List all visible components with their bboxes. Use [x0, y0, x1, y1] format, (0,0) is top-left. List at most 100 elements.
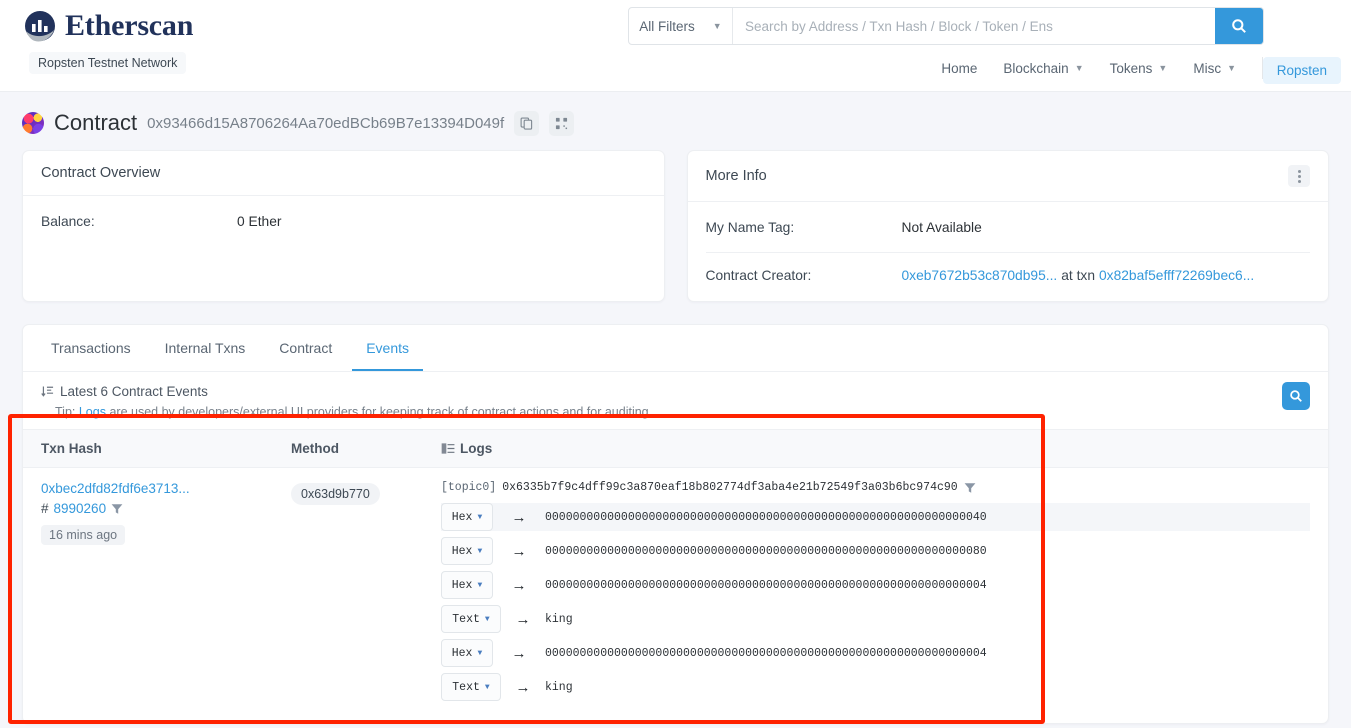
log-format-select[interactable]: Text ▼ — [441, 673, 501, 701]
filter-icon[interactable] — [111, 503, 123, 515]
column-header-logs: Logs — [441, 441, 1328, 456]
log-format-select[interactable]: Text ▼ — [441, 605, 501, 633]
log-data-value: 0000000000000000000000000000000000000000… — [545, 544, 987, 558]
site-header: Etherscan Ropsten Testnet Network All Fi… — [0, 0, 1351, 92]
topic-label: [topic0] — [441, 481, 497, 494]
column-header-method: Method — [291, 441, 339, 456]
chevron-down-icon: ▼ — [477, 580, 483, 590]
block-number-link[interactable]: 8990260 — [54, 501, 107, 516]
search-bar: All Filters ▼ — [628, 7, 1264, 45]
more-info-card: More Info My Name Tag: Not Available Con… — [686, 150, 1329, 302]
log-data-row: Hex ▼ → 00000000000000000000000000000000… — [441, 639, 1310, 667]
contract-overview-title: Contract Overview — [23, 151, 664, 196]
log-data-row: Hex ▼ → 00000000000000000000000000000000… — [441, 537, 1310, 565]
cell-method: 0x63d9b770 — [291, 481, 441, 707]
arrow-right-icon: → — [511, 644, 527, 662]
balance-row: Balance: 0 Ether — [41, 210, 646, 233]
nav-label-misc: Misc — [1193, 60, 1222, 76]
arrow-right-icon: → — [515, 678, 531, 696]
tab-internal-txns[interactable]: Internal Txns — [151, 325, 260, 371]
contract-creator-label: Contract Creator: — [705, 268, 812, 283]
log-data-row: Hex ▼ → 00000000000000000000000000000000… — [441, 571, 1310, 599]
log-format-select[interactable]: Hex ▼ — [441, 571, 493, 599]
txn-hash-link[interactable]: 0xbec2dfd82fdf6e3713... — [41, 481, 291, 496]
chevron-down-icon: ▼ — [484, 614, 490, 624]
chevron-down-icon: ▼ — [712, 21, 722, 31]
events-title-text: Latest 6 Contract Events — [60, 384, 208, 399]
list-indent-icon — [441, 442, 455, 455]
copy-icon[interactable] — [514, 110, 540, 136]
log-format-select[interactable]: Hex ▼ — [441, 639, 493, 667]
log-data-value: 0000000000000000000000000000000000000000… — [545, 510, 987, 524]
page-title: Contract — [54, 110, 138, 135]
block-prefix: # — [41, 501, 49, 516]
log-format-select[interactable]: Hex ▼ — [441, 503, 493, 531]
topic-value: 0x6335b7f9c4dff99c3a870eaf18b802774df3ab… — [502, 481, 958, 494]
nav-item-blockchain[interactable]: Blockchain ▼ — [1003, 61, 1083, 76]
arrow-right-icon: → — [511, 576, 527, 594]
log-data-value: 0000000000000000000000000000000000000000… — [545, 646, 987, 660]
creator-txn-link[interactable]: 0x82baf5efff72269bec6... — [1099, 268, 1254, 283]
chevron-down-icon: ▼ — [484, 682, 490, 692]
events-search-button[interactable] — [1282, 382, 1310, 410]
tab-contract[interactable]: Contract — [265, 325, 346, 371]
arrow-right-icon: → — [511, 508, 527, 526]
chevron-down-icon: ▼ — [1074, 63, 1084, 73]
chevron-down-icon: ▼ — [1227, 63, 1236, 73]
log-format-label: Hex — [451, 510, 473, 524]
nav-item-home[interactable]: Home — [941, 61, 977, 76]
filter-icon[interactable] — [964, 482, 976, 494]
column-header-logs-text: Logs — [460, 441, 493, 456]
contract-identicon-icon — [22, 112, 44, 134]
creator-address-link[interactable]: 0xeb7672b53c870db95... — [902, 268, 1058, 283]
balance-label: Balance: — [41, 214, 95, 229]
chevron-down-icon: ▼ — [477, 512, 483, 522]
contract-overview-card: Contract Overview Balance: 0 Ether — [22, 150, 665, 302]
events-tip: Tip: Logs are used by developers/externa… — [55, 405, 1310, 419]
network-selector-chip[interactable]: Ropsten — [1262, 57, 1341, 84]
search-icon — [1231, 18, 1247, 34]
cell-logs: [topic0] 0x6335b7f9c4dff99c3a870eaf18b80… — [441, 481, 1328, 707]
tip-prefix: Tip: — [55, 405, 76, 419]
more-info-divider — [705, 252, 1310, 253]
topic-row: [topic0] 0x6335b7f9c4dff99c3a870eaf18b80… — [441, 481, 1310, 494]
sort-descending-icon — [41, 385, 54, 398]
balance-value: 0 Ether — [237, 214, 282, 229]
log-data-value: 0000000000000000000000000000000000000000… — [545, 578, 987, 592]
qr-code-icon[interactable] — [549, 110, 575, 136]
all-filters-dropdown[interactable]: All Filters ▼ — [629, 8, 733, 44]
tip-logs-link[interactable]: Logs — [79, 405, 106, 419]
search-icon — [1289, 389, 1303, 403]
contract-address: 0x93466d15A8706264Aa70edBCb69B7e13394D04… — [147, 114, 505, 132]
all-filters-label: All Filters — [639, 18, 695, 34]
tip-rest: are used by developers/external UI provi… — [109, 405, 649, 419]
events-header: Latest 6 Contract Events Tip: Logs are u… — [23, 372, 1328, 429]
events-title-row: Latest 6 Contract Events — [41, 384, 1310, 399]
log-data-value: king — [545, 680, 573, 694]
nav-item-misc[interactable]: Misc ▼ — [1193, 61, 1236, 76]
log-format-label: Text — [452, 680, 480, 694]
kebab-menu-icon[interactable] — [1288, 165, 1310, 187]
log-data-row: Text ▼ → king — [441, 605, 1310, 633]
panel-tabs: Transactions Internal Txns Contract Even… — [23, 325, 1328, 372]
more-info-title: More Info — [687, 151, 1328, 202]
page-header: Contract 0x93466d15A8706264Aa70edBCb69B7… — [0, 92, 1351, 150]
log-format-select[interactable]: Hex ▼ — [441, 537, 493, 565]
brand-link[interactable]: Etherscan — [22, 8, 193, 44]
search-input[interactable] — [733, 8, 1215, 44]
summary-cards: Contract Overview Balance: 0 Ether More … — [0, 150, 1351, 302]
log-format-label: Hex — [451, 578, 473, 592]
log-format-label: Hex — [451, 544, 473, 558]
contract-overview-body: Balance: 0 Ether — [23, 196, 664, 247]
contract-overview-title-text: Contract Overview — [41, 165, 161, 181]
more-info-body: My Name Tag: Not Available Contract Crea… — [688, 202, 1329, 301]
nav-label-home: Home — [941, 60, 978, 76]
cell-txn-hash: 0xbec2dfd82fdf6e3713... # 8990260 16 min… — [23, 481, 291, 707]
tab-events[interactable]: Events — [352, 325, 424, 371]
name-tag-value: Not Available — [901, 220, 982, 235]
search-submit-button[interactable] — [1215, 8, 1263, 44]
txn-age-badge: 16 mins ago — [41, 525, 126, 545]
name-tag-label: My Name Tag: — [705, 220, 795, 235]
tab-transactions[interactable]: Transactions — [37, 325, 145, 371]
nav-item-tokens[interactable]: Tokens ▼ — [1110, 61, 1168, 76]
